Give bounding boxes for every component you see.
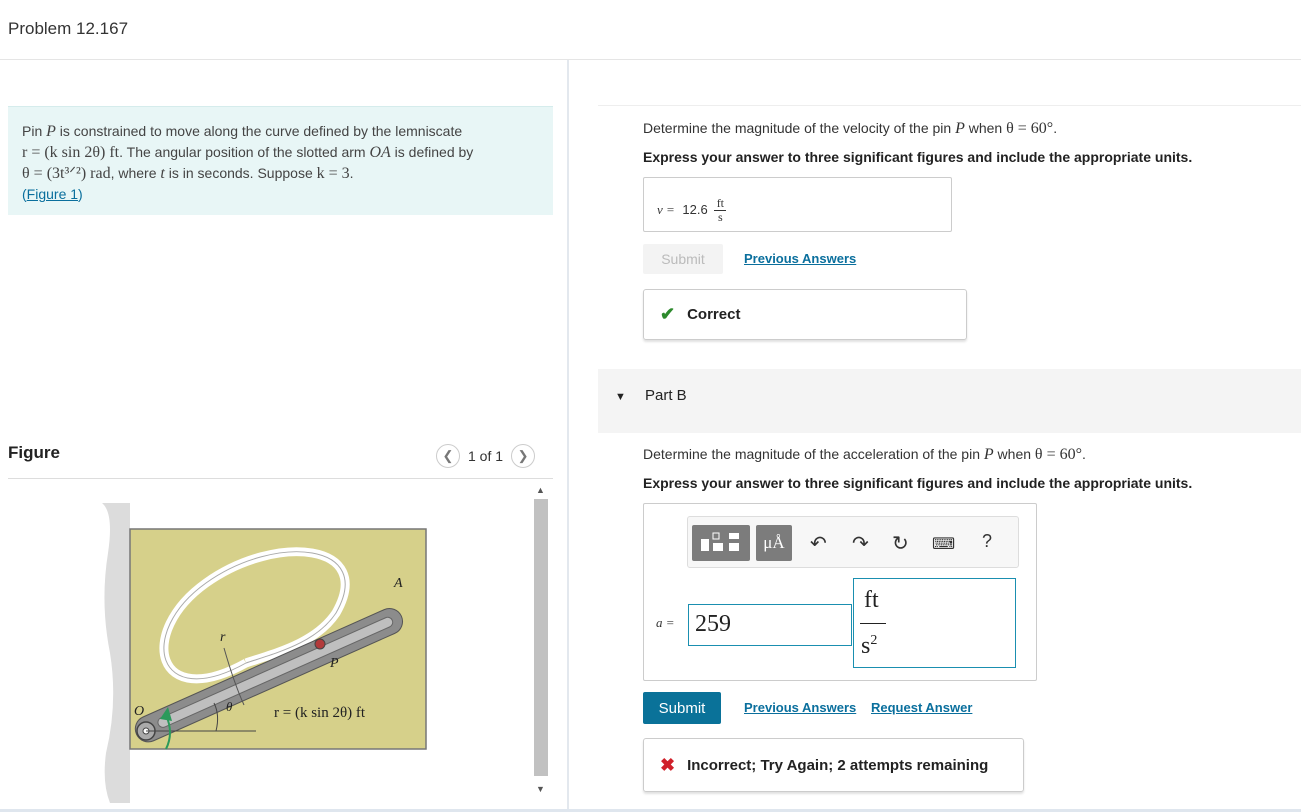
label-p: P	[329, 656, 339, 671]
part-b-question: Determine the magnitude of the accelerat…	[643, 446, 1086, 464]
problem-text: is constrained to move along the curve d…	[55, 123, 463, 139]
part-a-feedback: ✔ Correct	[643, 289, 967, 340]
lemniscate-figure: A r P O θ r = (k sin 2θ) ft	[102, 503, 427, 803]
figure-link[interactable]: Figure 1	[27, 186, 78, 202]
figure-scrollbar[interactable]: ▲ ▼	[532, 482, 550, 800]
cross-icon: ✖	[660, 754, 676, 775]
header: Problem 12.167	[0, 0, 1301, 60]
question-text: Determine the magnitude of the velocity …	[643, 120, 956, 136]
chevron-left-icon[interactable]: ❮	[436, 444, 460, 468]
answer-value: 12.6	[682, 201, 708, 217]
scroll-up-icon[interactable]: ▲	[536, 485, 545, 495]
redo-icon[interactable]: ↷	[852, 531, 869, 556]
part-a-answer: v = 12.6 ft s	[657, 196, 727, 224]
keyboard-icon[interactable]: ⌨	[932, 534, 955, 554]
problem-text: is in seconds. Suppose	[164, 165, 317, 181]
question-text: when	[964, 120, 1007, 136]
problem-var: P	[46, 123, 56, 140]
math-toolbar: μÅ ↶ ↷ ↻ ⌨ ?	[687, 516, 1019, 568]
label-curve-equation: r = (k sin 2θ) ft	[274, 705, 366, 721]
right-top-divider	[598, 105, 1301, 106]
part-b-title: Part B	[645, 387, 687, 404]
question-equation: θ = 60°	[1034, 446, 1082, 463]
label-a: A	[393, 576, 403, 591]
figure-heading: Figure	[8, 443, 60, 462]
chevron-right-icon[interactable]: ❯	[511, 444, 536, 468]
question-text: when	[993, 446, 1035, 462]
reset-icon[interactable]: ↻	[892, 531, 909, 556]
figure-divider	[8, 478, 553, 479]
lemniscate-equation: r = (k sin 2θ) ft	[22, 144, 120, 161]
answer-unit: ft s	[714, 196, 727, 224]
question-text: .	[1053, 120, 1058, 136]
question-text: Determine the magnitude of the accelerat…	[643, 446, 984, 462]
part-a-submit-button[interactable]: Submit	[643, 244, 723, 274]
problem-text: Pin	[22, 123, 47, 139]
problem-statement: Pin P is constrained to move along the c…	[8, 106, 553, 215]
question-equation: θ = 60°	[1006, 120, 1054, 137]
part-a-question: Determine the magnitude of the velocity …	[643, 120, 1057, 138]
question-text: .	[1082, 446, 1086, 462]
pin-p	[314, 638, 326, 650]
question-var: P	[983, 446, 994, 463]
templates-icon[interactable]	[692, 525, 750, 561]
problem-var: OA	[369, 144, 391, 161]
part-b-request-answer-link[interactable]: Request Answer	[871, 700, 972, 715]
wall	[102, 503, 130, 803]
part-b-header[interactable]: ▼ Part B	[598, 369, 1301, 433]
figure-page-count: 1 of 1	[468, 448, 504, 464]
label-theta: θ	[226, 699, 233, 714]
theta-equation: θ = (3t³ᐟ²) rad	[22, 165, 111, 182]
paren: )	[78, 186, 83, 202]
feedback-text: Incorrect; Try Again; 2 attempts remaini…	[687, 756, 989, 774]
question-var: P	[955, 120, 965, 137]
part-b-instruction: Express your answer to three significant…	[643, 475, 1193, 491]
part-b-submit-button[interactable]: Submit	[643, 692, 721, 724]
unit-denominator: s2	[861, 633, 878, 659]
collapse-triangle-icon[interactable]: ▼	[615, 391, 626, 403]
part-b-feedback: ✖ Incorrect; Try Again; 2 attempts remai…	[643, 738, 1024, 792]
problem-text: , where	[110, 165, 161, 181]
problem-text: is defined by	[390, 144, 474, 160]
problem-text: . The angular position of the slotted ar…	[119, 144, 370, 160]
part-b-answer-label: a =	[656, 615, 675, 630]
part-a-instruction: Express your answer to three significant…	[643, 149, 1193, 165]
unit-numerator: ft	[716, 196, 725, 210]
k-equation: k = 3	[316, 165, 350, 182]
problem-text: .	[349, 165, 354, 181]
part-b-previous-answers-link[interactable]: Previous Answers	[744, 700, 856, 715]
help-icon[interactable]: ?	[982, 531, 992, 552]
scroll-thumb[interactable]	[534, 499, 548, 776]
unit-denominator: s	[718, 210, 723, 224]
check-icon: ✔	[660, 304, 676, 324]
feedback-text: Correct	[687, 306, 741, 323]
problem-title: Problem 12.167	[8, 19, 129, 38]
answer-label: v =	[657, 201, 675, 217]
figure-pager: ❮ 1 of 1 ❯	[436, 444, 536, 468]
label-o: O	[134, 704, 144, 719]
part-a-answer-box: v = 12.6 ft s	[643, 177, 952, 232]
part-b-value-input[interactable]: 259	[688, 604, 852, 646]
undo-icon[interactable]: ↶	[810, 531, 827, 556]
scroll-down-icon[interactable]: ▼	[536, 784, 545, 794]
part-a-previous-answers-link[interactable]: Previous Answers	[744, 251, 856, 266]
unit-numerator: ft	[864, 587, 879, 613]
label-r: r	[220, 630, 226, 645]
units-icon[interactable]: μÅ	[756, 525, 792, 561]
part-b-unit-input[interactable]: ft s2	[853, 578, 1016, 668]
